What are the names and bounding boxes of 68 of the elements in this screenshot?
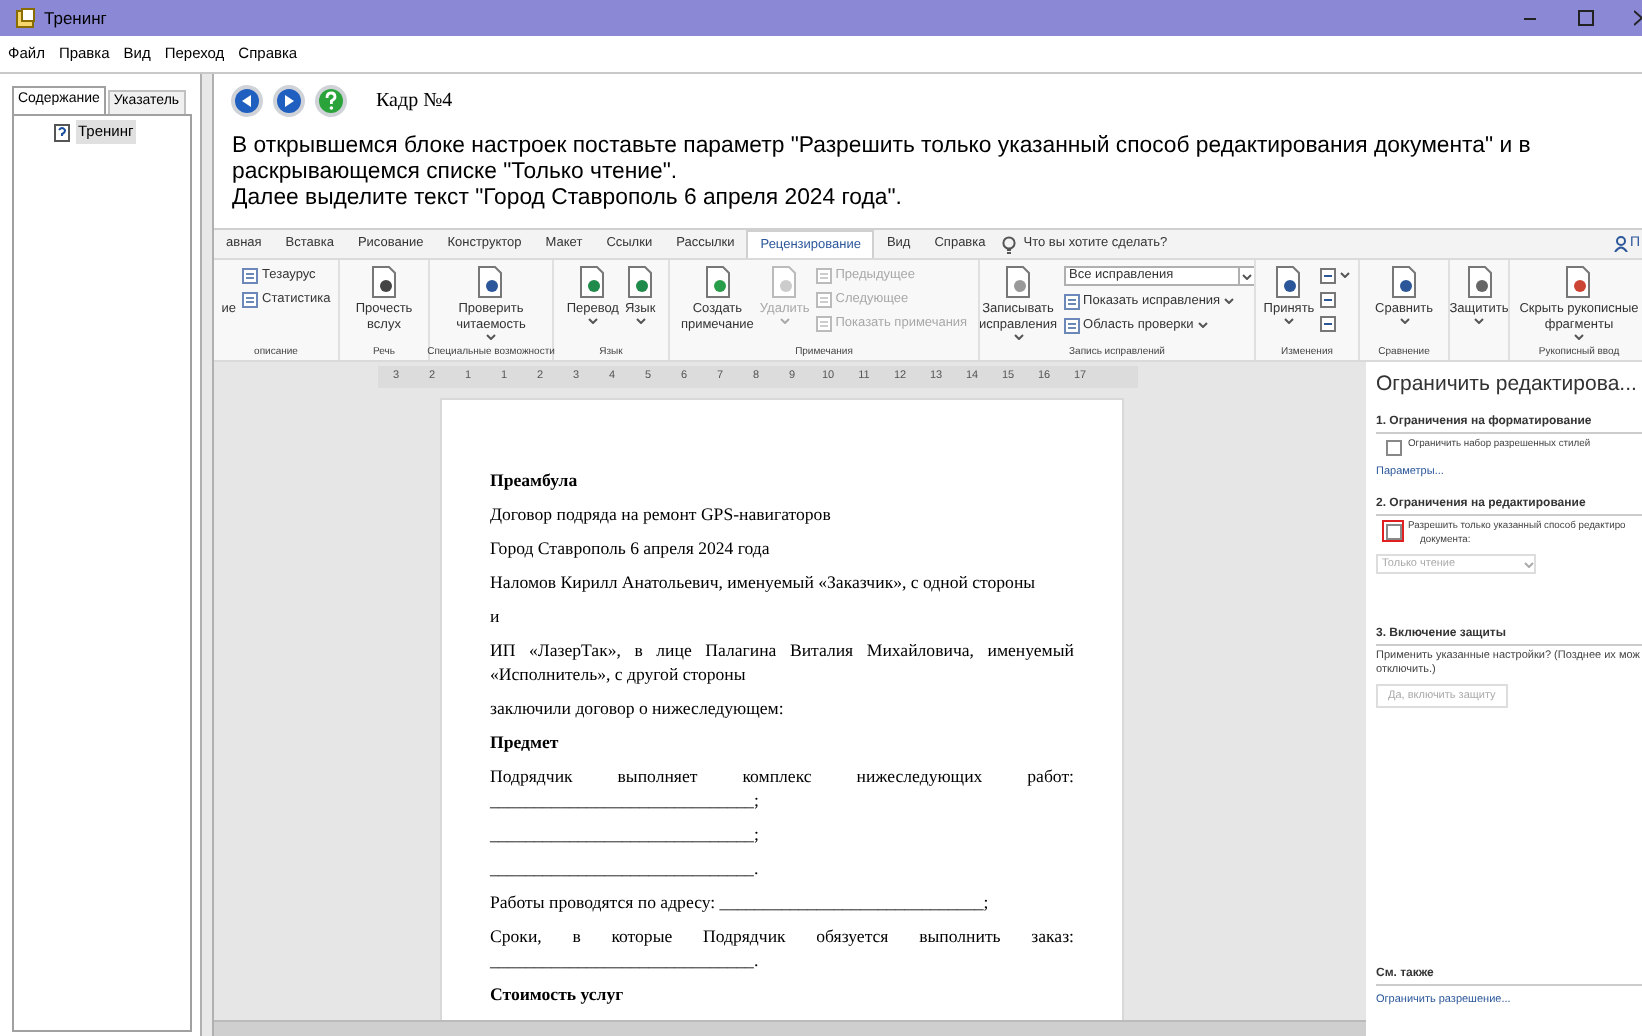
caret-icon xyxy=(1241,273,1252,279)
document-heading: Предмет xyxy=(490,730,561,754)
caret-icon xyxy=(1573,334,1584,340)
document-icon xyxy=(703,266,732,298)
forward-button-icon[interactable] xyxy=(272,83,306,117)
document-paragraph: Наломов Кирилл Анатольевич, именуемый «Заказчик», с одной стороны xyxy=(490,570,1038,594)
back-button-icon[interactable] xyxy=(230,83,264,117)
document-icon xyxy=(1465,266,1493,298)
instruction-text: В открывшемся блоке настроек поставьте параметр "Разрешить только указанный способ редактирования документа" и в раскрывающемся списке "Только чтение". xyxy=(232,134,1533,186)
help-page-icon xyxy=(54,123,70,141)
caret-icon xyxy=(1474,318,1484,324)
document-heading: Преамбула xyxy=(490,468,580,492)
caret-icon xyxy=(1224,298,1235,304)
caret-icon xyxy=(635,318,646,324)
document-paragraph: ______________________________. xyxy=(490,856,761,880)
list-icon xyxy=(815,267,832,283)
document-icon xyxy=(770,266,799,298)
close-icon[interactable] xyxy=(1634,10,1642,26)
document-icon xyxy=(476,266,505,298)
document-icon xyxy=(370,266,398,298)
person-icon xyxy=(1613,236,1628,252)
document-paragraph: Договор подряда на ремонт GPS-навигаторов xyxy=(490,502,833,526)
caret-icon xyxy=(1399,318,1409,324)
icon-button[interactable] xyxy=(1320,290,1337,308)
list-icon xyxy=(242,291,259,307)
page-icon xyxy=(1320,291,1337,307)
list-icon xyxy=(1063,317,1080,333)
window-title: Тренинг xyxy=(44,5,107,31)
icon-button[interactable] xyxy=(1320,266,1351,284)
document-paragraph: ИП «ЛазерТак», в лице Палагина Виталия Михайловича, именуемый «Исполнитель», с другой стороны xyxy=(490,638,1074,686)
caret-icon xyxy=(1524,561,1534,567)
frame-title: Кадр №4 xyxy=(376,87,453,115)
document-paragraph: Сроки, в которые Подрядчик обязуется выполнить заказ: ______________________________. xyxy=(490,924,1074,972)
icon-button[interactable] xyxy=(1320,314,1337,332)
lightbulb-icon xyxy=(1001,235,1016,253)
instruction-text: Далее выделите текст "Город Ставрополь 6 апреля 2024 года". xyxy=(232,186,904,212)
caret-icon xyxy=(485,334,496,340)
document-icon xyxy=(1564,266,1593,298)
maximize-icon[interactable] xyxy=(1578,10,1594,26)
list-icon xyxy=(815,315,832,331)
document-icon xyxy=(1390,266,1418,298)
list-icon xyxy=(1063,293,1080,309)
document-paragraph: заключили договор о нижеследующем: xyxy=(490,696,786,720)
list-icon xyxy=(815,291,832,307)
document-paragraph: Подрядчик выполняет комплекс нижеследующих работ: ______________________________; xyxy=(490,764,1074,812)
document-heading: Стоимость услуг xyxy=(490,982,626,1006)
document-icon xyxy=(578,266,607,298)
app-icon xyxy=(16,8,36,28)
caret-icon xyxy=(779,318,790,324)
document-icon xyxy=(626,266,655,298)
document-paragraph: и xyxy=(490,604,502,628)
document-paragraph: ______________________________; xyxy=(490,822,761,846)
caret-icon xyxy=(1013,334,1023,340)
help-icon[interactable] xyxy=(314,83,348,117)
document-icon xyxy=(1004,266,1032,298)
document-icon xyxy=(1274,266,1303,298)
document-paragraph: Город Ставрополь 6 апреля 2024 года xyxy=(490,536,772,560)
horizontal-scrollbar[interactable] xyxy=(214,1020,1366,1036)
list-icon xyxy=(242,267,259,283)
document-paragraph: Работы проводятся по адресу: ______________________________; xyxy=(490,890,991,914)
caret-icon xyxy=(1283,318,1294,324)
page-icon xyxy=(1320,315,1337,331)
page-icon xyxy=(1320,267,1337,283)
checkbox[interactable] xyxy=(1385,440,1401,457)
caret-icon xyxy=(1197,322,1208,328)
pane-title: Ограничить редактирова... xyxy=(1376,370,1637,400)
caret-icon xyxy=(587,318,598,324)
caret-icon xyxy=(1340,272,1351,278)
